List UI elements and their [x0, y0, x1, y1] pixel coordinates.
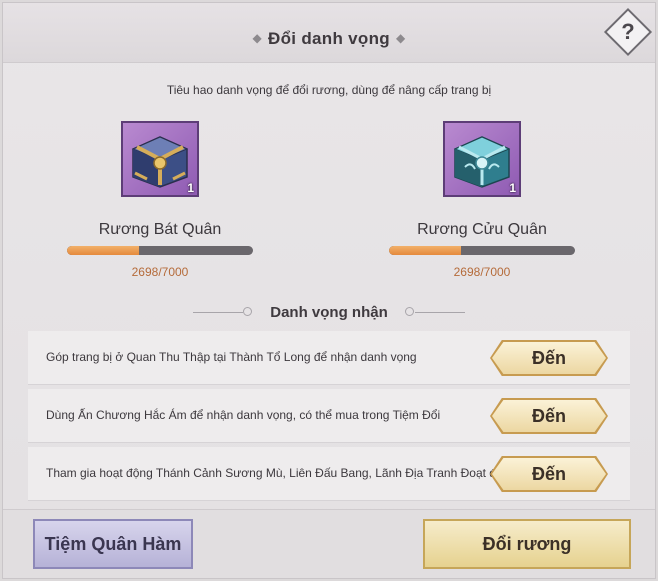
task-row: Dùng Ấn Chương Hắc Ám để nhận danh vọng,…	[28, 389, 630, 443]
section-title: Danh vọng nhận	[270, 304, 388, 321]
task-text: Tham gia hoạt động Thánh Cảnh Sương Mù, …	[46, 466, 535, 480]
chest-count: 1	[187, 181, 194, 195]
go-button-label: Đến	[492, 458, 606, 490]
ornament-icon	[405, 307, 414, 316]
progress-bar	[389, 246, 575, 255]
progress-fill	[67, 246, 139, 255]
chest-card-bat-quan[interactable]: 1	[121, 121, 199, 197]
chest-count: 1	[509, 181, 516, 195]
task-text: Góp trang bị ở Quan Thu Thập tại Thành T…	[46, 350, 417, 364]
go-button-label: Đến	[492, 342, 606, 374]
go-button[interactable]: Đến	[490, 398, 608, 434]
go-button[interactable]: Đến	[490, 456, 608, 492]
diamond-right-icon: ◆	[395, 31, 406, 45]
go-button[interactable]: Đến	[490, 340, 608, 376]
gold-blue-chest-icon	[131, 136, 189, 188]
chest-name: Rương Cửu Quân	[417, 221, 547, 238]
task-text: Dùng Ấn Chương Hắc Ám để nhận danh vọng,…	[46, 408, 441, 422]
progress-label: 2698/7000	[131, 265, 189, 279]
task-row: Góp trang bị ở Quan Thu Thập tại Thành T…	[28, 331, 630, 385]
page-title-text: Đổi danh vọng	[268, 29, 390, 48]
go-button-label: Đến	[492, 400, 606, 432]
shop-button[interactable]: Tiệm Quân Hàm	[33, 519, 193, 569]
divider	[415, 312, 465, 313]
diamond-left-icon: ◆	[252, 31, 263, 45]
title-bar: ◆ Đổi danh vọng ◆ ?	[3, 3, 655, 63]
subtitle: Tiêu hao danh vọng để đổi rương, dùng để…	[166, 83, 492, 97]
page-title: ◆ Đổi danh vọng ◆	[3, 29, 655, 49]
task-row: Tham gia hoạt động Thánh Cảnh Sương Mù, …	[28, 447, 630, 501]
teal-chest-icon	[453, 136, 511, 188]
chest-name: Rương Bát Quân	[98, 221, 222, 238]
progress-label: 2698/7000	[453, 265, 511, 279]
chest-card-cuu-quan[interactable]: 1	[443, 121, 521, 197]
exchange-button[interactable]: Đổi rương	[423, 519, 631, 569]
exchange-panel: ◆ Đổi danh vọng ◆ ? Tiêu hao danh vọng để …	[2, 2, 656, 579]
progress-bar	[67, 246, 253, 255]
question-icon: ?	[621, 19, 635, 44]
progress-fill	[389, 246, 461, 255]
